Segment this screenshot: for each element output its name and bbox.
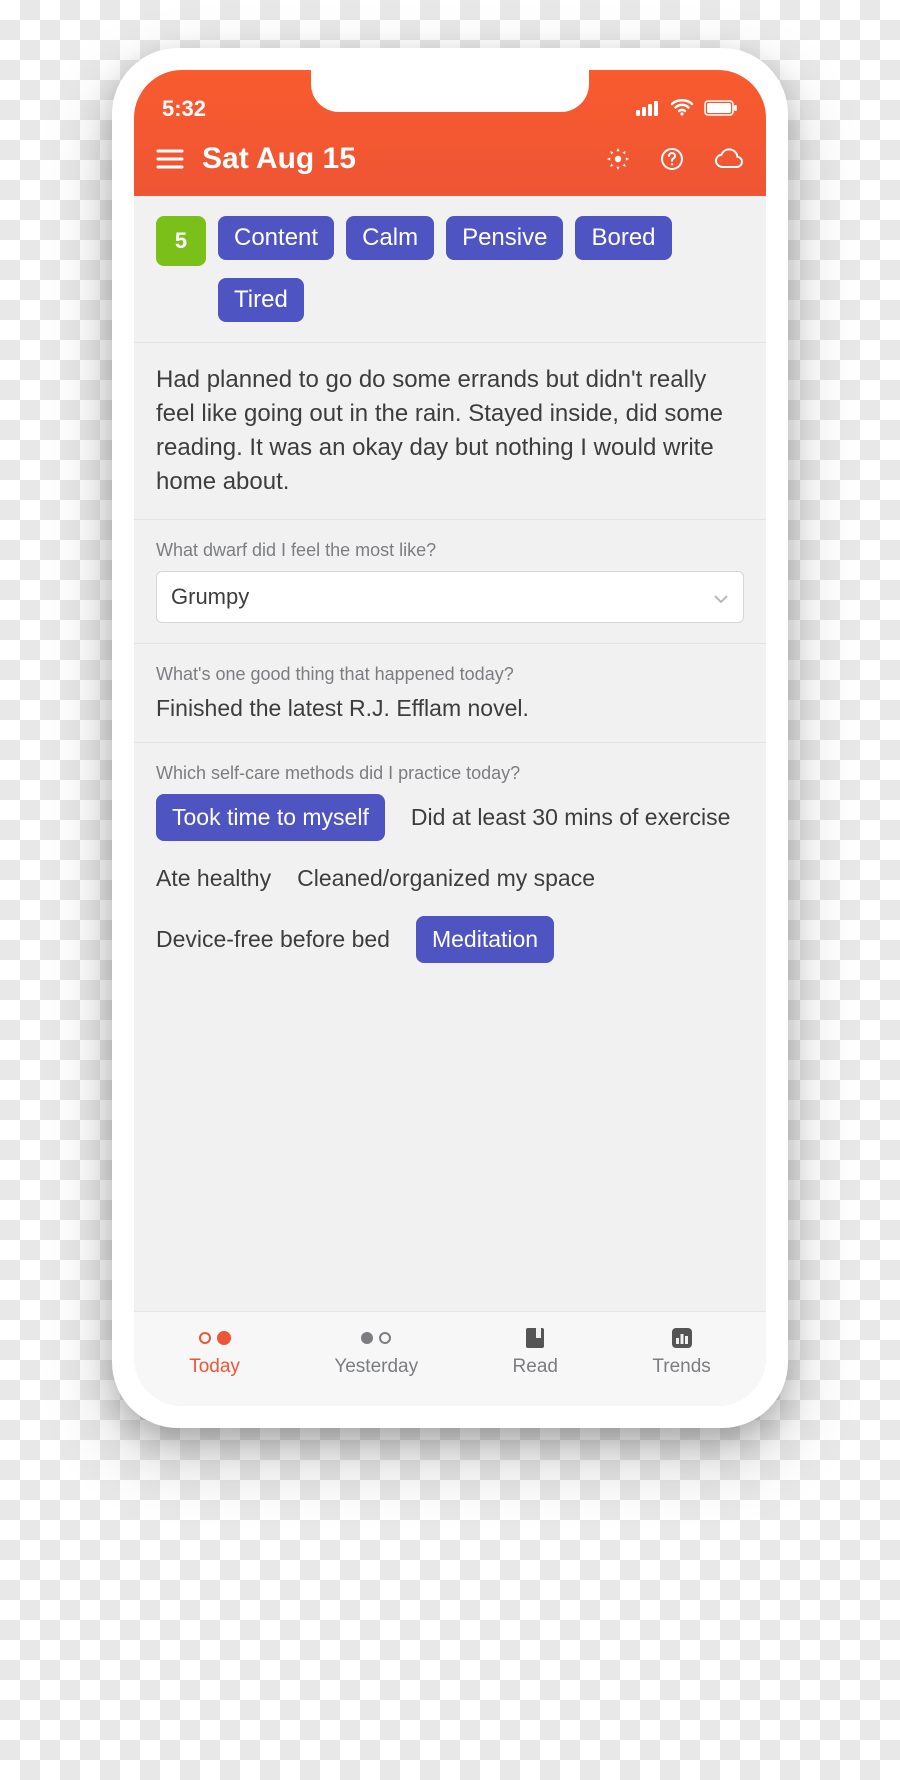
good-thing-answer[interactable]: Finished the latest R.J. Efflam novel. bbox=[156, 695, 744, 722]
nav-today[interactable]: Today bbox=[189, 1326, 240, 1378]
question-good-block: What's one good thing that happened toda… bbox=[134, 644, 766, 743]
question-selfcare-block: Which self-care methods did I practice t… bbox=[134, 743, 766, 983]
mood-tag[interactable]: Content bbox=[218, 216, 334, 260]
mood-tag[interactable]: Tired bbox=[218, 278, 304, 322]
screen: 5:32 bbox=[134, 70, 766, 1406]
dwarf-select[interactable]: Grumpy bbox=[156, 571, 744, 623]
mood-score-chip[interactable]: 5 bbox=[156, 216, 206, 266]
question-label: What's one good thing that happened toda… bbox=[156, 664, 744, 685]
nav-read[interactable]: Read bbox=[513, 1326, 558, 1378]
chevron-down-icon bbox=[713, 584, 729, 610]
mood-tag[interactable]: Calm bbox=[346, 216, 434, 260]
page-title: Sat Aug 15 bbox=[202, 142, 356, 176]
selfcare-option[interactable]: Ate healthy bbox=[156, 855, 271, 902]
selfcare-option[interactable]: Meditation bbox=[416, 916, 554, 963]
wifi-icon bbox=[670, 96, 694, 122]
cloud-button[interactable] bbox=[714, 148, 744, 170]
nav-yesterday[interactable]: Yesterday bbox=[334, 1326, 418, 1378]
settings-button[interactable] bbox=[606, 147, 630, 171]
selfcare-option[interactable]: Cleaned/organized my space bbox=[297, 855, 595, 902]
question-dwarf-block: What dwarf did I feel the most like? Gru… bbox=[134, 520, 766, 644]
help-button[interactable] bbox=[660, 147, 684, 171]
content-scroll[interactable]: 5 Content Calm Pensive Bored Tired Had p… bbox=[134, 196, 766, 1311]
question-label: What dwarf did I feel the most like? bbox=[156, 540, 744, 561]
mood-tag[interactable]: Bored bbox=[575, 216, 671, 260]
phone-frame: 5:32 bbox=[112, 48, 788, 1428]
nav-label: Today bbox=[189, 1356, 240, 1378]
selfcare-option[interactable]: Took time to myself bbox=[156, 794, 385, 841]
status-time: 5:32 bbox=[162, 96, 206, 122]
mood-tag[interactable]: Pensive bbox=[446, 216, 563, 260]
nav-label: Yesterday bbox=[334, 1356, 418, 1378]
journal-text: Had planned to go do some errands but di… bbox=[156, 363, 744, 499]
dwarf-select-value: Grumpy bbox=[171, 584, 249, 610]
journal-block[interactable]: Had planned to go do some errands but di… bbox=[134, 343, 766, 520]
selfcare-option[interactable]: Device-free before bed bbox=[156, 916, 390, 963]
menu-button[interactable] bbox=[156, 148, 184, 170]
phone-notch bbox=[311, 70, 589, 112]
chart-icon bbox=[670, 1326, 694, 1350]
book-icon bbox=[524, 1326, 546, 1350]
nav-trends[interactable]: Trends bbox=[652, 1326, 710, 1378]
battery-icon bbox=[704, 96, 738, 122]
bottom-nav: Today Yesterday Read bbox=[134, 1311, 766, 1406]
nav-label: Read bbox=[513, 1356, 558, 1378]
mood-summary-block: 5 Content Calm Pensive Bored Tired bbox=[134, 196, 766, 343]
question-label: Which self-care methods did I practice t… bbox=[156, 763, 744, 784]
cellular-icon bbox=[636, 96, 660, 122]
selfcare-option[interactable]: Did at least 30 mins of exercise bbox=[411, 794, 731, 841]
nav-label: Trends bbox=[652, 1356, 710, 1378]
